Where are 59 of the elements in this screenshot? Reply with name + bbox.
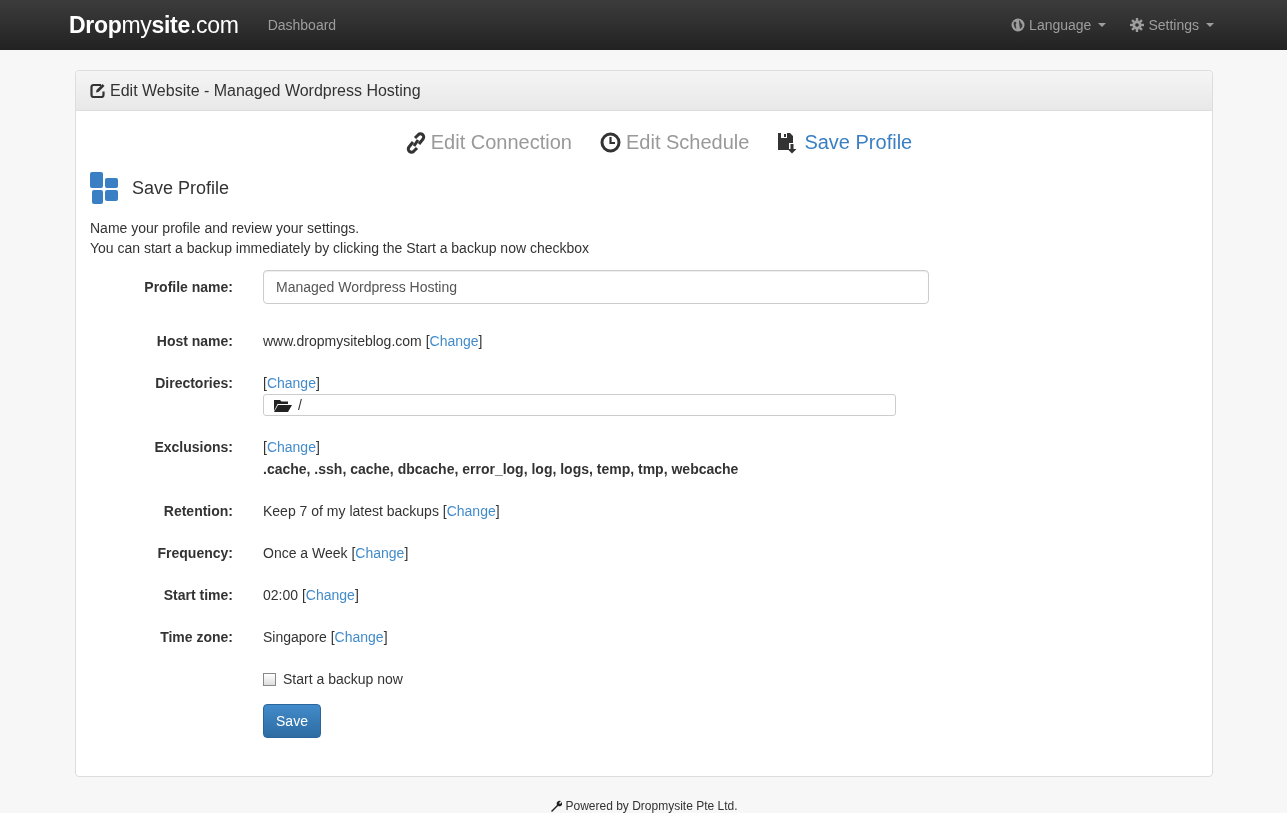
field-value: Keep 7 of my latest backups [263, 502, 439, 521]
directory-path: / [298, 396, 302, 415]
wizard-step[interactable]: Edit Schedule [599, 131, 750, 154]
field-label: Host name: [155, 332, 233, 351]
bracket: [ [263, 438, 267, 457]
edit-icon [90, 83, 105, 98]
bracket: [ [330, 628, 335, 647]
intro-text: Name your profile and review your settings. [90, 219, 361, 238]
bracket: ] [404, 544, 409, 563]
bracket: ] [315, 374, 320, 393]
link-icon [405, 131, 426, 154]
change-link[interactable]: Change [355, 542, 405, 564]
field-label: Retention: [162, 502, 233, 521]
bracket: ] [315, 438, 320, 457]
field-value: www.dropmysiteblog.com [263, 332, 422, 351]
caret-icon [1098, 23, 1107, 27]
caret-icon [1206, 23, 1214, 27]
gear-icon [1130, 18, 1145, 32]
change-link[interactable]: Change [429, 330, 479, 352]
bracket: [ [425, 332, 430, 351]
panel-title: Edit Website - Managed Wordpress Hosting [110, 81, 421, 100]
field-label: Exclusions: [153, 438, 233, 457]
field-label: Directories: [154, 374, 233, 393]
profile-name-input[interactable]: Managed Wordpress Hosting [263, 270, 929, 304]
field-value: 02:00 [263, 586, 299, 605]
clock-icon [599, 132, 621, 153]
logo[interactable]: Dropmysite.com [69, 11, 239, 39]
bracket: [ [263, 374, 267, 393]
bracket: [ [442, 502, 447, 521]
footer-text: Powered by Dropmysite Pte Ltd. [565, 799, 738, 813]
intro-text: You can start a backup immediately by clicking the Start a backup now checkbox [90, 239, 591, 258]
wizard-step[interactable]: Edit Connection [405, 131, 572, 154]
change-link[interactable]: Change [446, 500, 496, 522]
field-label: Start time: [162, 586, 233, 605]
exclusion-list: .cache, .ssh, cache, dbcache, error_log, log, logs, temp, tmp, webcache [263, 458, 739, 480]
nav-dropdown[interactable]: Language [1011, 17, 1107, 33]
wizard-step[interactable]: Save Profile [777, 131, 913, 154]
tiles-icon [90, 172, 118, 204]
bracket: ] [383, 628, 388, 647]
change-link[interactable]: Change [334, 626, 384, 648]
field-label: Time zone: [159, 628, 233, 647]
bracket: ] [354, 586, 359, 605]
save-button[interactable]: Save [263, 704, 321, 738]
bracket: ] [495, 502, 500, 521]
section-title: Save Profile [132, 177, 230, 199]
field-value: Singapore [263, 628, 327, 647]
bracket: [ [351, 544, 356, 563]
globe-icon [1011, 18, 1026, 32]
nav-dropdown[interactable]: Settings [1130, 17, 1214, 33]
wrench-icon [550, 800, 563, 812]
bracket: [ [301, 586, 306, 605]
nav-link[interactable]: Dashboard [267, 17, 337, 33]
folder-icon [274, 398, 292, 412]
checkbox-label: Start a backup now [283, 670, 403, 689]
checkbox[interactable] [263, 672, 276, 686]
field-value: Once a Week [263, 544, 348, 563]
bracket: ] [478, 332, 483, 351]
field-label: Frequency: [156, 544, 233, 563]
field-label: Profile name: [143, 278, 233, 297]
